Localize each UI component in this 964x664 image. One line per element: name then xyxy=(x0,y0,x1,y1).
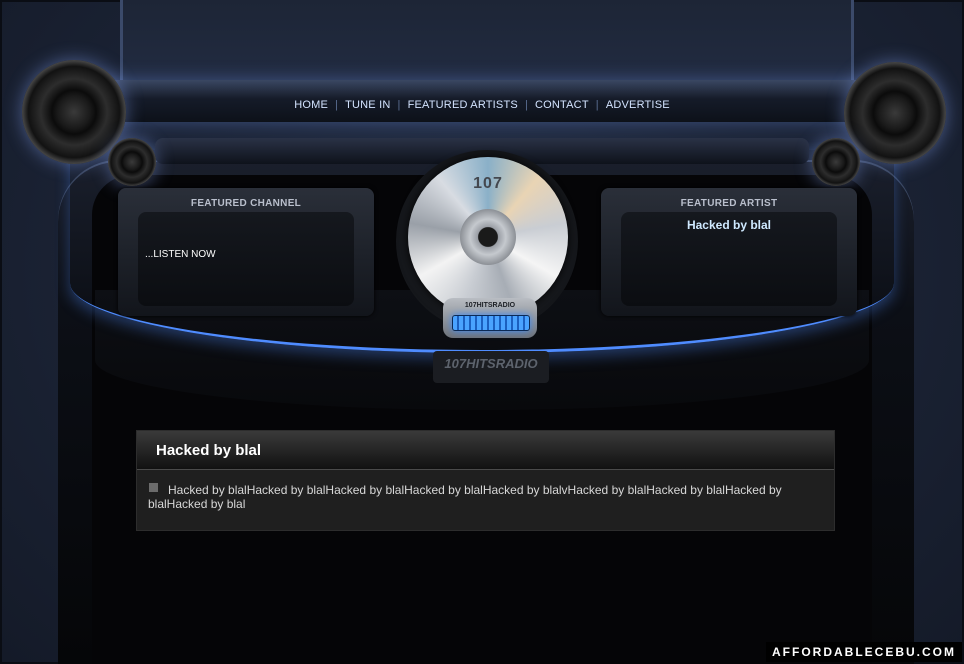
nav-featured-artists[interactable]: FEATURED ARTISTS xyxy=(401,99,525,111)
featured-artist-title: FEATURED ARTIST xyxy=(680,198,778,209)
tweeter-right-icon xyxy=(812,138,860,186)
brand-logo: 107HITSRADIO xyxy=(444,356,538,371)
featured-channel-title: FEATURED CHANNEL xyxy=(190,198,302,209)
content-title: Hacked by blal xyxy=(156,442,262,459)
featured-artist-name[interactable]: Hacked by blal xyxy=(601,218,857,232)
player-level-bar[interactable] xyxy=(452,315,530,331)
cd-hub xyxy=(460,209,516,265)
back-panel xyxy=(120,0,854,90)
featured-artist-box: FEATURED ARTIST xyxy=(601,188,857,316)
content-body: Hacked by blalHacked by blalHacked by bl… xyxy=(148,483,782,511)
cd-label: 107 xyxy=(473,175,503,192)
content-header: Hacked by blal xyxy=(137,431,834,470)
nav-home[interactable]: HOME xyxy=(287,99,335,111)
speaker-right-icon xyxy=(844,62,946,164)
main-nav: HOME | TUNE IN | FEATURED ARTISTS | CONTACT | AD… xyxy=(0,99,964,111)
nav-tune-in[interactable]: TUNE IN xyxy=(338,99,397,111)
listen-now-link[interactable]: ...LISTEN NOW xyxy=(145,249,216,260)
nav-advertise[interactable]: ADVERTISE xyxy=(599,99,677,111)
watermark: AFFORDABLECEBU.COM xyxy=(766,642,962,662)
player-label: 107HITSRADIO xyxy=(464,302,516,309)
speaker-left-icon xyxy=(22,60,126,164)
content-panel: Hacked by blal Hacked by blalHacked by b… xyxy=(136,430,835,531)
nav-contact[interactable]: CONTACT xyxy=(528,99,596,111)
tweeter-left-icon xyxy=(108,138,156,186)
